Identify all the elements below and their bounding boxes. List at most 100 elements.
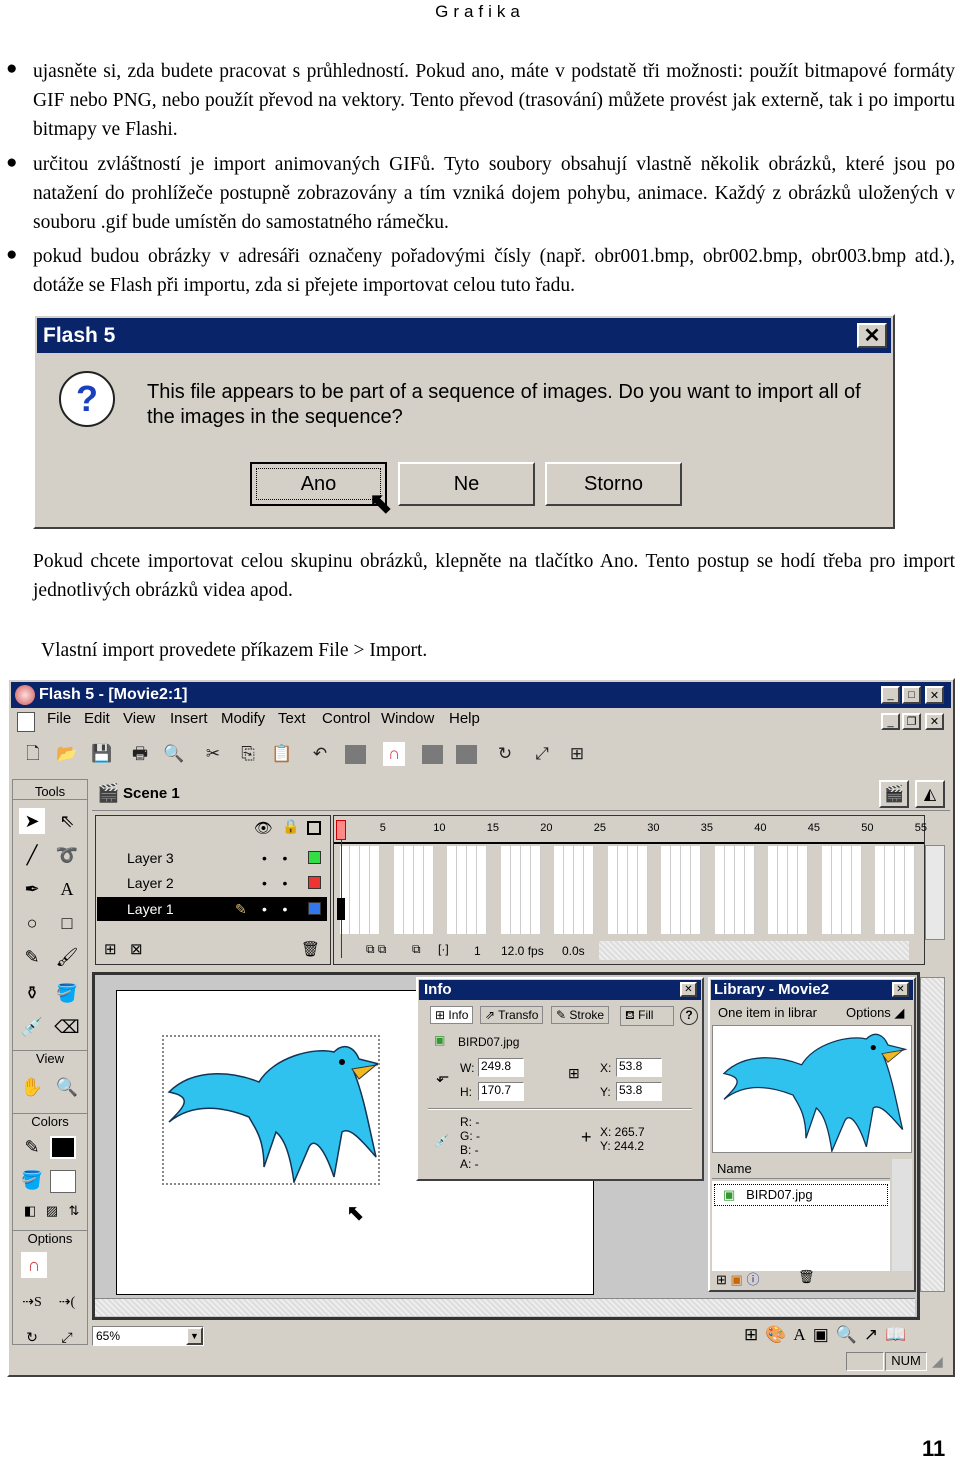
- timeline-v-scrollbar[interactable]: [925, 845, 945, 940]
- ano-button[interactable]: Ano: [250, 462, 387, 506]
- menu-window[interactable]: Window: [381, 710, 434, 727]
- frame-block[interactable]: [661, 846, 701, 934]
- timeline-h-scrollbar[interactable]: [599, 941, 909, 960]
- add-layer-icon[interactable]: ⊞: [104, 940, 117, 959]
- rotate-icon[interactable]: ↻: [494, 742, 516, 766]
- frame-grid[interactable]: [340, 846, 915, 934]
- frame-block[interactable]: [714, 846, 755, 934]
- doc-close-button[interactable]: ✕: [925, 713, 944, 730]
- brush-tool-icon[interactable]: 🖌: [54, 944, 80, 970]
- pen-tool-icon[interactable]: ✒: [19, 876, 45, 902]
- library-close-button[interactable]: ✕: [892, 982, 909, 997]
- frame-block[interactable]: [875, 846, 915, 934]
- x-input[interactable]: 53.8: [616, 1058, 662, 1077]
- library-side-buttons[interactable]: [892, 1159, 912, 1271]
- copy-icon[interactable]: ⎘: [237, 742, 259, 766]
- fill-color-swatch[interactable]: [50, 1170, 76, 1193]
- swap-colors-icon[interactable]: ⇅: [61, 1198, 87, 1224]
- zoom-tool-icon[interactable]: 🔍: [54, 1074, 80, 1100]
- frame-block[interactable]: [340, 846, 380, 934]
- stage-v-scrollbar[interactable]: [920, 977, 945, 1292]
- eyedropper-tool-icon[interactable]: 💉: [19, 1014, 45, 1040]
- doc-restore-button[interactable]: ❐: [902, 713, 921, 730]
- menu-text[interactable]: Text: [278, 710, 306, 727]
- subselect-tool-icon[interactable]: ⇖: [54, 808, 80, 834]
- menu-control[interactable]: Control: [322, 710, 370, 727]
- zoom-dropdown-button[interactable]: ▼: [186, 1327, 203, 1345]
- help-icon[interactable]: ?: [680, 1007, 698, 1025]
- menu-file[interactable]: File: [47, 710, 71, 727]
- edit-multiple-frames-icon[interactable]: ⧉: [412, 942, 421, 957]
- playhead[interactable]: [336, 820, 346, 840]
- snap-magnet-icon[interactable]: ∩: [383, 742, 405, 766]
- frame-block[interactable]: [554, 846, 594, 934]
- edit-symbols-button[interactable]: ◭: [915, 780, 945, 808]
- menu-edit[interactable]: Edit: [84, 710, 110, 727]
- rectangle-tool-icon[interactable]: □: [54, 910, 80, 936]
- resize-grip-icon[interactable]: ◢: [932, 1354, 943, 1371]
- new-icon[interactable]: 🗋: [22, 742, 44, 766]
- rotate-option-icon[interactable]: ↻: [19, 1326, 45, 1352]
- outline-icon[interactable]: [307, 821, 321, 835]
- bitmap-selection[interactable]: [162, 1035, 382, 1185]
- maximize-button[interactable]: □: [902, 686, 921, 704]
- frame-block[interactable]: [607, 846, 648, 934]
- paint-bucket-tool-icon[interactable]: 🪣: [54, 980, 80, 1006]
- delete-layer-icon[interactable]: 🗑: [301, 940, 320, 959]
- edit-scene-button[interactable]: 🎬: [879, 780, 909, 808]
- doc-minimize-button[interactable]: _: [881, 713, 900, 730]
- frame-block[interactable]: [393, 846, 434, 934]
- layer-row-selected[interactable]: Layer 1 ✎ • •: [97, 897, 327, 921]
- hand-tool-icon[interactable]: ✋: [19, 1074, 45, 1100]
- tab-transform[interactable]: ⇗ Transfo: [480, 1006, 544, 1024]
- stage-h-scrollbar[interactable]: [95, 1298, 915, 1316]
- close-button[interactable]: ✕: [925, 686, 944, 704]
- library-options-menu[interactable]: Options ◢: [846, 1005, 904, 1021]
- save-icon[interactable]: 💾: [91, 742, 113, 766]
- text-tool-icon[interactable]: A: [54, 876, 80, 902]
- print-preview-icon[interactable]: 🔍: [163, 742, 185, 766]
- eraser-tool-icon[interactable]: ⌫: [54, 1014, 80, 1040]
- launcher-bar[interactable]: ⊞🎨A▣🔍↗📖: [744, 1325, 913, 1345]
- paste-icon[interactable]: 📋: [271, 742, 293, 766]
- frame-block[interactable]: [768, 846, 808, 934]
- close-button[interactable]: ✕: [857, 323, 887, 348]
- keyframe[interactable]: [337, 898, 345, 920]
- new-symbol-icon[interactable]: ⊞ ▣ ⓘ: [716, 1269, 759, 1288]
- menu-insert[interactable]: Insert: [170, 710, 208, 727]
- frame-block[interactable]: [500, 846, 541, 934]
- tab-fill[interactable]: ⛾ Fill: [620, 1006, 674, 1026]
- name-column-header[interactable]: Name: [712, 1159, 890, 1179]
- scale-option-icon[interactable]: ⤢: [54, 1326, 80, 1352]
- tab-stroke[interactable]: ✎ Stroke: [551, 1006, 610, 1024]
- layer-row[interactable]: Layer 3 • •: [97, 846, 327, 870]
- undo-icon[interactable]: ↶: [309, 742, 331, 766]
- straighten-icon[interactable]: ⇢(: [54, 1290, 80, 1316]
- registration-grid-icon[interactable]: ⊞: [568, 1065, 580, 1082]
- oval-tool-icon[interactable]: ○: [19, 910, 45, 936]
- width-input[interactable]: 249.8: [478, 1058, 524, 1077]
- info-close-button[interactable]: ✕: [680, 982, 697, 997]
- eye-icon[interactable]: 👁: [254, 819, 273, 838]
- align-icon[interactable]: ⊞: [566, 742, 588, 766]
- frame-block[interactable]: [821, 846, 862, 934]
- arrow-tool-icon[interactable]: ➤: [19, 808, 45, 834]
- open-icon[interactable]: 📂: [56, 742, 78, 766]
- scale-icon[interactable]: ⤢: [531, 742, 553, 766]
- delete-icon[interactable]: 🗑: [798, 1269, 815, 1285]
- lock-icon[interactable]: 🔒: [282, 819, 299, 836]
- pencil-tool-icon[interactable]: ✎: [19, 944, 45, 970]
- menu-modify[interactable]: Modify: [221, 710, 265, 727]
- tab-info[interactable]: ⊞ Info: [430, 1006, 474, 1024]
- lasso-tool-icon[interactable]: ➰: [54, 842, 80, 868]
- height-input[interactable]: 170.7: [478, 1082, 524, 1101]
- snap-magnet-icon[interactable]: ∩: [21, 1252, 47, 1278]
- line-tool-icon[interactable]: ╱: [19, 842, 45, 868]
- onion-markers-icon[interactable]: [·]: [438, 942, 449, 956]
- library-item[interactable]: ▣ BIRD07.jpg: [714, 1184, 888, 1206]
- storno-button[interactable]: Storno: [545, 462, 682, 506]
- smooth-icon[interactable]: ⇢S: [19, 1290, 45, 1316]
- add-guide-layer-icon[interactable]: ⊠: [130, 940, 143, 959]
- y-input[interactable]: 53.8: [616, 1082, 662, 1101]
- frame-block[interactable]: [447, 846, 487, 934]
